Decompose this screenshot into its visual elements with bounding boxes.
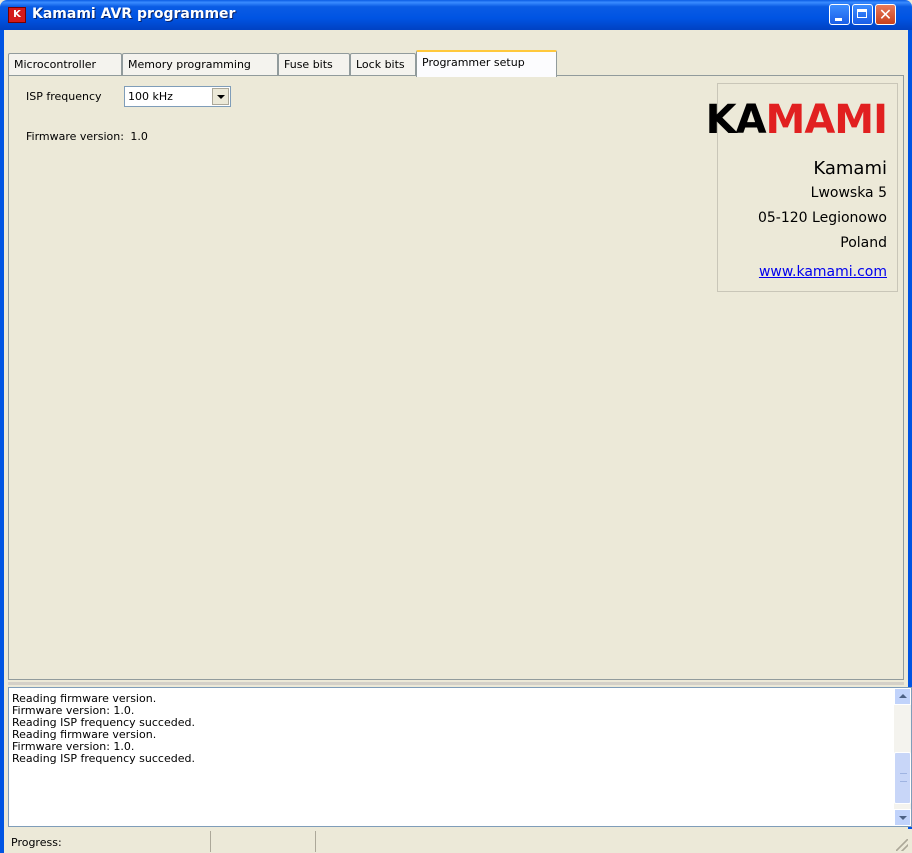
tab-lock-bits[interactable]: Lock bits — [350, 53, 416, 75]
splitter[interactable] — [8, 682, 904, 685]
tab-fuse-bits[interactable]: Fuse bits — [278, 53, 350, 75]
isp-frequency-label: ISP frequency — [26, 90, 102, 103]
minimize-button[interactable] — [829, 4, 850, 25]
isp-frequency-value: 100 kHz — [128, 90, 173, 103]
maximize-button[interactable] — [852, 4, 873, 25]
status-panel-3 — [319, 831, 912, 852]
firmware-label-text: Firmware version: — [26, 130, 124, 143]
close-button[interactable]: ✕ — [875, 4, 896, 25]
scroll-down-button[interactable] — [894, 809, 911, 826]
isp-frequency-select[interactable]: 100 kHz — [124, 86, 231, 107]
progress-label: Progress: — [11, 836, 62, 849]
tab-memory-programming[interactable]: Memory programming — [122, 53, 278, 75]
title-bar[interactable]: K Kamami AVR programmer ✕ — [0, 0, 912, 30]
tab-microcontroller[interactable]: Microcontroller — [8, 53, 122, 75]
firmware-version-label: Firmware version: 1.0 — [26, 130, 148, 143]
firmware-version-value: 1.0 — [130, 130, 148, 143]
company-city: 05-120 Legionowo — [757, 210, 887, 226]
log-scrollbar[interactable] — [894, 688, 911, 826]
kamami-logo: KAMAMI — [705, 97, 888, 143]
close-icon: ✕ — [878, 5, 893, 24]
window-title: Kamami AVR programmer — [32, 6, 236, 22]
company-info-box: KAMAMI Kamami Lwowska 5 05-120 Legionowo… — [706, 83, 898, 292]
scroll-thumb[interactable] — [894, 752, 911, 804]
status-panel-progress: Progress: — [8, 831, 211, 852]
log-output[interactable]: Reading firmware version. Firmware versi… — [8, 687, 912, 827]
status-bar: Progress: — [8, 829, 912, 853]
resize-grip-icon[interactable] — [896, 839, 908, 851]
tab-programmer-setup[interactable]: Programmer setup — [416, 50, 557, 77]
website-link[interactable]: www.kamami.com — [759, 264, 887, 280]
window-frame-left — [0, 30, 4, 853]
company-name: Kamami — [813, 158, 887, 179]
company-street: Lwowska 5 — [810, 185, 887, 201]
company-country: Poland — [840, 235, 887, 251]
app-icon[interactable]: K — [8, 7, 26, 23]
scroll-up-button[interactable] — [894, 688, 911, 705]
log-line: Reading ISP frequency succeded. — [12, 752, 195, 765]
chevron-down-icon[interactable] — [212, 88, 229, 105]
status-panel-2 — [214, 831, 316, 852]
